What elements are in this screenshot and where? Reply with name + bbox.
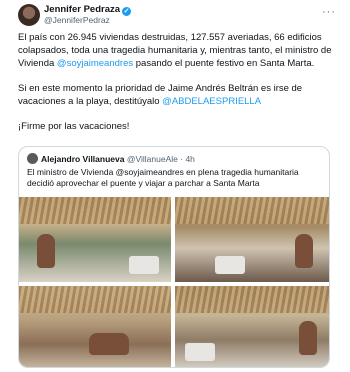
person-figure: [89, 333, 129, 355]
tweet-paragraph-2: Si en este momento la prioridad de Jaime…: [18, 82, 334, 108]
person-figure: [37, 234, 55, 268]
beach-chair: [215, 256, 245, 274]
tweet-paragraph-3: ¡Firme por las vacaciones!: [18, 121, 130, 132]
mention-link[interactable]: @soyjaimeandres: [57, 58, 133, 69]
thatched-roof: [175, 197, 329, 225]
thatched-roof: [19, 286, 171, 313]
media-photo-1[interactable]: [19, 197, 171, 282]
author-avatar[interactable]: [18, 4, 40, 26]
tweet-paragraph-1: El país con 26.945 viviendas destruidas,…: [18, 31, 334, 70]
tweet-text: El país con 26.945 viviendas destruidas,…: [18, 31, 334, 145]
separator-dot: ·: [180, 154, 184, 164]
person-figure: [295, 234, 313, 268]
media-photo-2[interactable]: [175, 197, 329, 282]
mention-link[interactable]: @ABDELAESPRIELLA: [162, 96, 261, 107]
beach-chair: [185, 343, 215, 361]
beach-chair: [129, 256, 159, 274]
quoted-timestamp[interactable]: 4h: [185, 154, 194, 164]
quoted-author-name[interactable]: Alejandro Villanueva: [41, 154, 124, 164]
thatched-roof: [19, 197, 171, 225]
tweet-text-segment: pasando el puente festivo en Santa Marta…: [133, 58, 315, 69]
author-handle[interactable]: @JenniferPedraz: [44, 15, 110, 25]
person-figure: [299, 321, 317, 355]
quoted-tweet-header: Alejandro Villanueva @VillanueAle · 4h: [27, 153, 195, 165]
more-options-icon[interactable]: ···: [322, 6, 336, 18]
quoted-tweet[interactable]: Alejandro Villanueva @VillanueAle · 4h E…: [18, 146, 330, 368]
media-photo-4[interactable]: [175, 286, 329, 367]
tweet-card: Jennifer Pedraza ✓ @JenniferPedraz ··· El…: [0, 0, 350, 372]
media-grid: [19, 197, 329, 367]
verified-badge-icon: ✓: [122, 7, 132, 16]
quoted-tweet-text: El ministro de Vivienda @soyjaimeandres …: [27, 167, 299, 188]
author-name[interactable]: Jennifer Pedraza: [44, 4, 120, 15]
media-photo-3[interactable]: [19, 286, 171, 367]
quoted-author-handle[interactable]: @VillanueAle: [127, 154, 178, 164]
tweet-header: Jennifer Pedraza ✓ @JenniferPedraz ···: [18, 4, 336, 26]
quoted-author-avatar[interactable]: [27, 153, 38, 164]
thatched-roof: [175, 286, 329, 313]
